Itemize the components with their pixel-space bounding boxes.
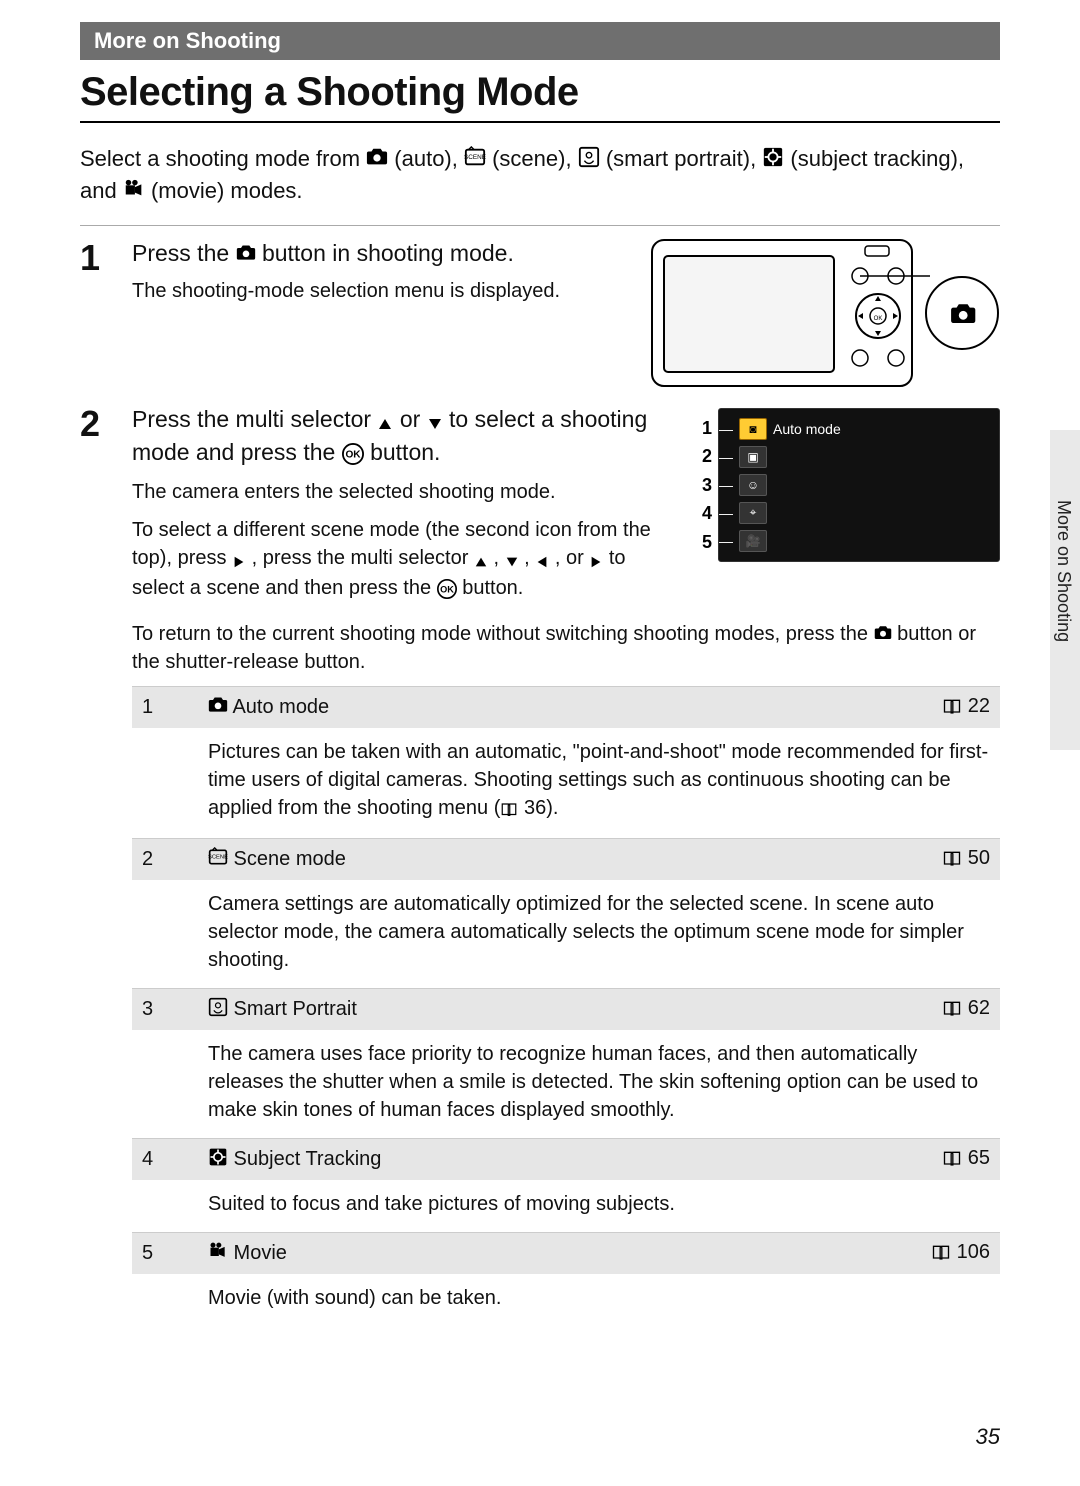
step-number: 1 [80,238,114,388]
movie-mode-icon [123,178,145,200]
page-reference: 106 [890,1232,1000,1274]
mode-row-desc: The camera uses face priority to recogni… [132,1030,1000,1139]
manual-page: More on Shooting Selecting a Shooting Mo… [0,0,1080,1486]
auto-mode-icon [366,146,388,168]
mode-name: Scene mode [198,838,890,880]
mode-name: Auto mode [198,686,890,728]
page-reference: 62 [890,988,1000,1030]
side-tab-label: More on Shooting [1053,500,1074,642]
ok-button-icon [342,439,364,470]
book-icon [942,1149,962,1172]
page-title: Selecting a Shooting Mode [80,70,1000,115]
scene-mode-icon [464,146,486,168]
mode-row-header: 3 Smart Portrait 62 [132,988,1000,1030]
right-arrow-icon [232,546,246,574]
step-2-p3: To return to the current shooting mode w… [132,620,1000,676]
callout-num: 4 [702,499,712,527]
divider [80,225,1000,226]
mode-row-desc: Suited to focus and take pictures of mov… [132,1180,1000,1233]
menu-movie-icon: 🎥 [739,530,767,552]
callout-num: 1 [702,414,712,442]
movie-icon [208,1241,228,1261]
right-arrow-icon [589,546,603,574]
mode-menu-screenshot: 1 2 3 4 5 —◙Auto mode —▣ —☺ —⌖ —🎥 [700,408,1000,614]
mode-description: Pictures can be taken with an automatic,… [198,728,1000,839]
step-2: 2 Press the multi selector or to select … [80,404,1000,1326]
mode-row-header: 5 Movie 106 [132,1232,1000,1274]
step-1-title: Press the button in shooting mode. [132,238,626,269]
book-icon [942,999,962,1022]
mode-row-desc: Pictures can be taken with an automatic,… [132,728,1000,839]
book-icon [500,796,518,824]
shooting-modes-table: 1 Auto mode 22Pictures can be taken with… [132,686,1000,1326]
page-reference: 50 [890,838,1000,880]
subject-tracking-icon [762,146,784,168]
page-reference: 22 [890,686,1000,728]
step-2-p1: The camera enters the selected shooting … [132,478,676,506]
page-number: 35 [976,1424,1000,1450]
step-1-description: The shooting-mode selection menu is disp… [132,277,626,305]
book-icon [942,849,962,872]
mode-row-header: 2 Scene mode 50 [132,838,1000,880]
book-icon [942,697,962,720]
down-arrow-icon [427,406,443,437]
callout-num: 3 [702,471,712,499]
mode-name: Movie [198,1232,890,1274]
left-arrow-icon [535,546,549,574]
mode-index: 4 [132,1138,198,1180]
step-2-title: Press the multi selector or to select a … [132,404,676,470]
step-2-p2: To select a different scene mode (the se… [132,516,676,604]
mode-row-header: 4 Subject Tracking 65 [132,1138,1000,1180]
page-reference: 65 [890,1138,1000,1180]
up-arrow-icon [474,546,488,574]
mode-description: Movie (with sound) can be taken. [198,1274,1000,1326]
mode-name: Subject Tracking [198,1138,890,1180]
mode-index: 3 [132,988,198,1030]
smart-portrait-icon [578,146,600,168]
mode-description: The camera uses face priority to recogni… [198,1030,1000,1139]
auto-mode-icon [874,624,892,642]
mode-row-header: 1 Auto mode 22 [132,686,1000,728]
auto-icon [208,695,228,715]
camera-back-illustration: OK [650,238,1000,388]
menu-subject-icon: ⌖ [739,502,767,524]
ok-button-icon [437,576,457,604]
callout-num: 2 [702,442,712,470]
step-number: 2 [80,404,114,1326]
menu-scene-icon: ▣ [739,446,767,468]
mode-name: Smart Portrait [198,988,890,1030]
mode-index: 2 [132,838,198,880]
menu-smart-icon: ☺ [739,474,767,496]
title-rule [80,121,1000,123]
mode-description: Camera settings are automatically optimi… [198,880,1000,989]
up-arrow-icon [377,406,393,437]
intro-paragraph: Select a shooting mode from (auto), (sce… [80,143,1000,207]
menu-auto-icon: ◙ [739,418,767,440]
subject-icon [208,1147,228,1167]
mode-index: 5 [132,1232,198,1274]
section-header: More on Shooting [80,22,1000,60]
step-1: 1 Press the button in shooting mode. The… [80,238,1000,388]
auto-mode-icon [236,243,256,263]
mode-description: Suited to focus and take pictures of mov… [198,1180,1000,1233]
leader-line: — [719,421,733,437]
scene-icon [208,847,228,867]
mode-row-desc: Camera settings are automatically optimi… [132,880,1000,989]
mode-row-desc: Movie (with sound) can be taken. [132,1274,1000,1326]
book-icon [931,1243,951,1266]
svg-text:OK: OK [874,316,883,322]
down-arrow-icon [505,546,519,574]
smart-icon [208,997,228,1017]
mode-index: 1 [132,686,198,728]
callout-num: 5 [702,528,712,556]
menu-selected-label: Auto mode [773,421,995,437]
